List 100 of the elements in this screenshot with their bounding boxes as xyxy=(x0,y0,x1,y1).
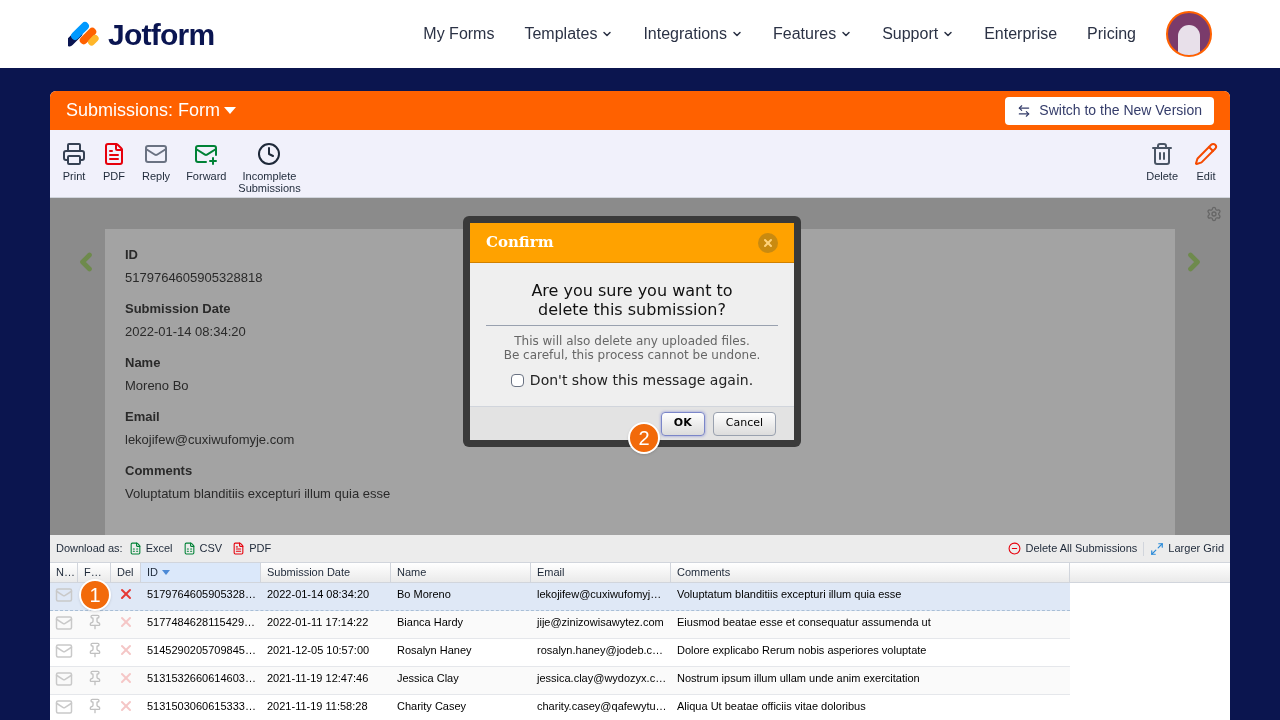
column-header[interactable]: N… xyxy=(50,563,78,582)
table-row[interactable]: 5177484628115429… 2022-01-11 17:14:22 Bianca Hardy jije@zinizowisawytez.com Eiusmod beatae esse et consequatur assumenda ut xyxy=(50,611,1070,639)
envelope-icon xyxy=(55,586,73,604)
table-cell-text: 2022-01-11 17:14:22 xyxy=(266,615,370,630)
download-link[interactable]: Excel xyxy=(128,540,173,557)
table-cell-text: Bo Moreno xyxy=(396,587,452,602)
toolbar-button[interactable]: Forward xyxy=(178,130,235,182)
table-cell-text: Bianca Hardy xyxy=(396,615,465,630)
dialog-button[interactable]: Cancel xyxy=(712,411,776,436)
column-header[interactable]: Comments xyxy=(671,563,1070,582)
field-value: Voluptatum blanditiis excepturi illum quia esse xyxy=(125,484,391,503)
nav-link[interactable]: My Forms xyxy=(423,22,495,46)
swap-icon xyxy=(1017,103,1032,118)
delete-x-icon[interactable] xyxy=(118,614,134,630)
field-value: lekojifew@cuxiwufomyje.com xyxy=(125,430,295,449)
table-cell-text: 5179764605905328… xyxy=(146,587,257,602)
nav-link[interactable]: Features xyxy=(773,22,853,46)
table-cell-text: 5145290205709845… xyxy=(146,643,257,658)
download-label: Download as: xyxy=(56,541,123,557)
table-cell-text: jije@zinizowisawytez.com xyxy=(535,615,665,630)
nav-link[interactable]: Enterprise xyxy=(984,22,1058,46)
spreadsheet-icon xyxy=(128,542,142,555)
envelope-icon xyxy=(55,698,73,716)
printer-icon xyxy=(62,142,86,166)
dialog-title: Confirm xyxy=(486,232,554,254)
field-label: Submission Date xyxy=(125,300,231,318)
field-label: Comments xyxy=(125,462,193,480)
table-cell-text: jessica.clay@wydozyx.c… xyxy=(535,671,668,686)
column-header[interactable]: ID xyxy=(141,563,261,582)
column-header[interactable]: Submission Date xyxy=(261,563,391,582)
sort-arrow-icon xyxy=(162,570,170,575)
forward-envelope-icon xyxy=(194,142,219,166)
column-header[interactable]: Email xyxy=(531,563,671,582)
table-cell-text: Rosalyn Haney xyxy=(396,643,473,658)
table-cell-text: Jessica Clay xyxy=(396,671,460,686)
table-cell-text: 2021-11-19 12:47:46 xyxy=(266,671,370,686)
toolbar-button[interactable]: Delete xyxy=(1138,130,1186,182)
field-label: Email xyxy=(125,408,160,426)
trash-icon xyxy=(1150,142,1175,166)
table-cell-text: 2021-11-19 11:58:28 xyxy=(266,699,369,714)
table-cell-text: rosalyn.haney@jodeb.c… xyxy=(536,643,665,658)
table-cell-text: Charity Casey xyxy=(396,699,468,714)
larger-grid-link[interactable]: Larger Grid xyxy=(1150,540,1224,557)
table-cell-text: 5177484628115429… xyxy=(146,615,257,630)
checkbox[interactable] xyxy=(510,374,524,387)
table-cell-text: charity.casey@qafewytu… xyxy=(536,699,668,714)
table-cell-text: Eiusmod beatae esse et consequatur assumenda ut xyxy=(676,615,932,630)
dialog-question: Are you sure you want to delete this submission? xyxy=(486,281,778,326)
field-value: Moreno Bo xyxy=(125,376,189,395)
table-row[interactable]: 5145290205709845… 2021-12-05 10:57:00 Rosalyn Haney rosalyn.haney@jodeb.c… Dolore explicabo Rerum nobis asperiores voluptate xyxy=(50,639,1070,667)
envelope-icon xyxy=(144,142,169,166)
column-header[interactable]: Name xyxy=(391,563,531,582)
nav-link[interactable]: Support xyxy=(882,22,955,46)
table-cell-text: Voluptatum blanditiis excepturi illum quia esse xyxy=(676,587,903,602)
delete-x-icon[interactable] xyxy=(118,670,134,686)
switch-version-button[interactable]: Switch to the New Version xyxy=(1005,96,1214,125)
envelope-icon xyxy=(55,670,73,688)
clock-icon xyxy=(257,142,282,166)
delete-x-icon[interactable] xyxy=(118,698,134,714)
delete-x-icon[interactable] xyxy=(118,642,134,658)
dialog-button[interactable]: OK xyxy=(660,411,705,436)
settings-icon[interactable] xyxy=(1206,206,1222,222)
delete-x-icon[interactable] xyxy=(118,586,134,602)
download-link[interactable]: PDF xyxy=(232,540,272,557)
caret-icon xyxy=(224,106,237,115)
envelope-icon xyxy=(55,642,73,660)
field-value: 5179764605905328818 xyxy=(125,268,263,287)
field-value: 2022-01-14 08:34:20 xyxy=(125,322,246,341)
close-icon xyxy=(762,236,774,249)
envelope-icon xyxy=(55,614,73,632)
field-label: Name xyxy=(125,354,161,372)
field-label: ID xyxy=(125,246,138,264)
download-link[interactable]: CSV xyxy=(182,540,223,557)
avatar[interactable] xyxy=(1166,11,1212,57)
table-cell-text: Dolore explicabo Rerum nobis asperiores voluptate xyxy=(676,643,928,658)
nav-link[interactable]: Integrations xyxy=(643,22,743,46)
toolbar-button[interactable]: Incomplete Submissions xyxy=(234,130,305,194)
table-cell-text: Nostrum ipsum illum ullam unde anim exercitation xyxy=(676,671,921,686)
toolbar-button[interactable]: Edit xyxy=(1186,130,1226,182)
table-cell-text: 2022-01-14 08:34:20 xyxy=(266,587,371,602)
table-cell-text: 5131532660614603… xyxy=(146,671,257,686)
expand-icon xyxy=(1150,541,1165,556)
table-cell-text: lekojifew@cuxiwufomyj… xyxy=(536,587,663,602)
table-cell-text: Aliqua Ut beatae officiis vitae doloribus xyxy=(676,699,867,714)
pencil-icon xyxy=(1194,142,1218,166)
pdf-file-icon xyxy=(232,542,246,555)
logo-text: Jotform xyxy=(108,16,215,53)
dont-show-checkbox[interactable]: Don't show this message again. xyxy=(510,370,754,391)
spreadsheet-icon xyxy=(182,542,196,555)
close-button[interactable] xyxy=(758,232,778,253)
nav-link[interactable]: Pricing xyxy=(1087,22,1136,46)
nav-link[interactable]: Templates xyxy=(524,22,614,46)
toolbar-button[interactable]: Print xyxy=(54,130,94,182)
table-cell-text: 2021-12-05 10:57:00 xyxy=(266,643,371,658)
toolbar-button[interactable]: PDF xyxy=(94,130,134,182)
toolbar-button[interactable]: Reply xyxy=(134,130,179,182)
delete-all-link[interactable]: Delete All Submissions xyxy=(1008,540,1138,557)
table-row[interactable]: 5131532660614603… 2021-11-19 12:47:46 Jessica Clay jessica.clay@wydozyx.c… Nostrum ipsum illum ullam unde anim exercitation xyxy=(50,667,1070,695)
table-cell-text: 5131503060615333… xyxy=(146,699,257,714)
delete-circle-icon xyxy=(1008,542,1022,555)
